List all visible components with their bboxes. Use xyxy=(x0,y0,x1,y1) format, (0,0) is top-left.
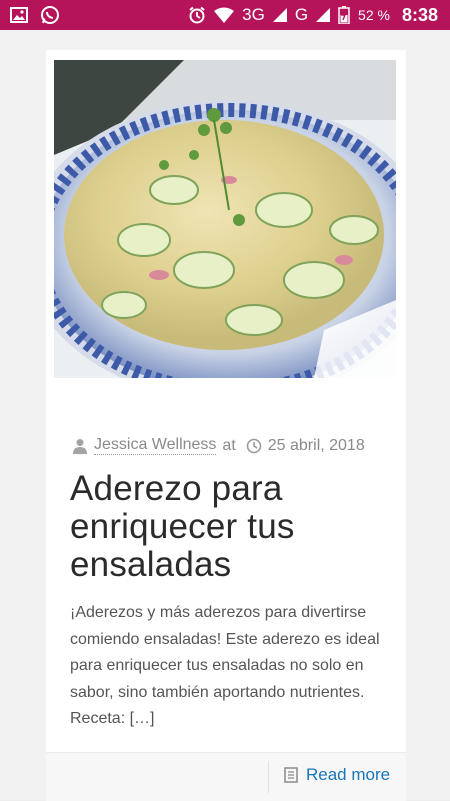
clock-icon xyxy=(246,438,262,454)
wifi-icon xyxy=(214,7,235,23)
salad-photo xyxy=(54,60,396,378)
alarm-icon xyxy=(188,6,206,24)
post-title[interactable]: Aderezo para enriquecer tus ensaladas xyxy=(70,470,394,584)
read-more-button[interactable]: Read more xyxy=(284,765,390,785)
read-more-label: Read more xyxy=(306,765,391,784)
clock: 8:38 xyxy=(401,4,438,25)
whatsapp-notification-icon xyxy=(40,5,60,25)
user-icon xyxy=(72,438,88,454)
post-date: 25 abril, 2018 xyxy=(267,436,365,454)
blog-page: Jessica Wellness at 25 abril, 2018 Adere… xyxy=(0,30,450,801)
author-link[interactable]: Jessica Wellness xyxy=(94,436,217,455)
signal-icon xyxy=(272,8,287,22)
status-bar: 3G G 52 % 8:38 xyxy=(0,0,450,30)
gallery-notification-icon xyxy=(10,7,28,23)
post-card: Jessica Wellness at 25 abril, 2018 Adere… xyxy=(46,50,406,801)
battery-percentage: 52 % xyxy=(358,7,390,23)
post-excerpt: ¡Aderezos y más aderezos para divertirse… xyxy=(70,604,380,727)
network-3g-label: 3G xyxy=(242,5,265,24)
battery-icon xyxy=(338,6,350,24)
document-icon xyxy=(284,767,298,783)
post-featured-image[interactable] xyxy=(54,60,396,378)
divider xyxy=(268,761,269,793)
at-label: at xyxy=(222,436,236,454)
post-meta: Jessica Wellness at 25 abril, 2018 xyxy=(72,436,388,455)
read-more-bar: Read more xyxy=(46,752,406,801)
network-g-label: G xyxy=(294,5,309,24)
signal-icon-2 xyxy=(316,8,331,22)
